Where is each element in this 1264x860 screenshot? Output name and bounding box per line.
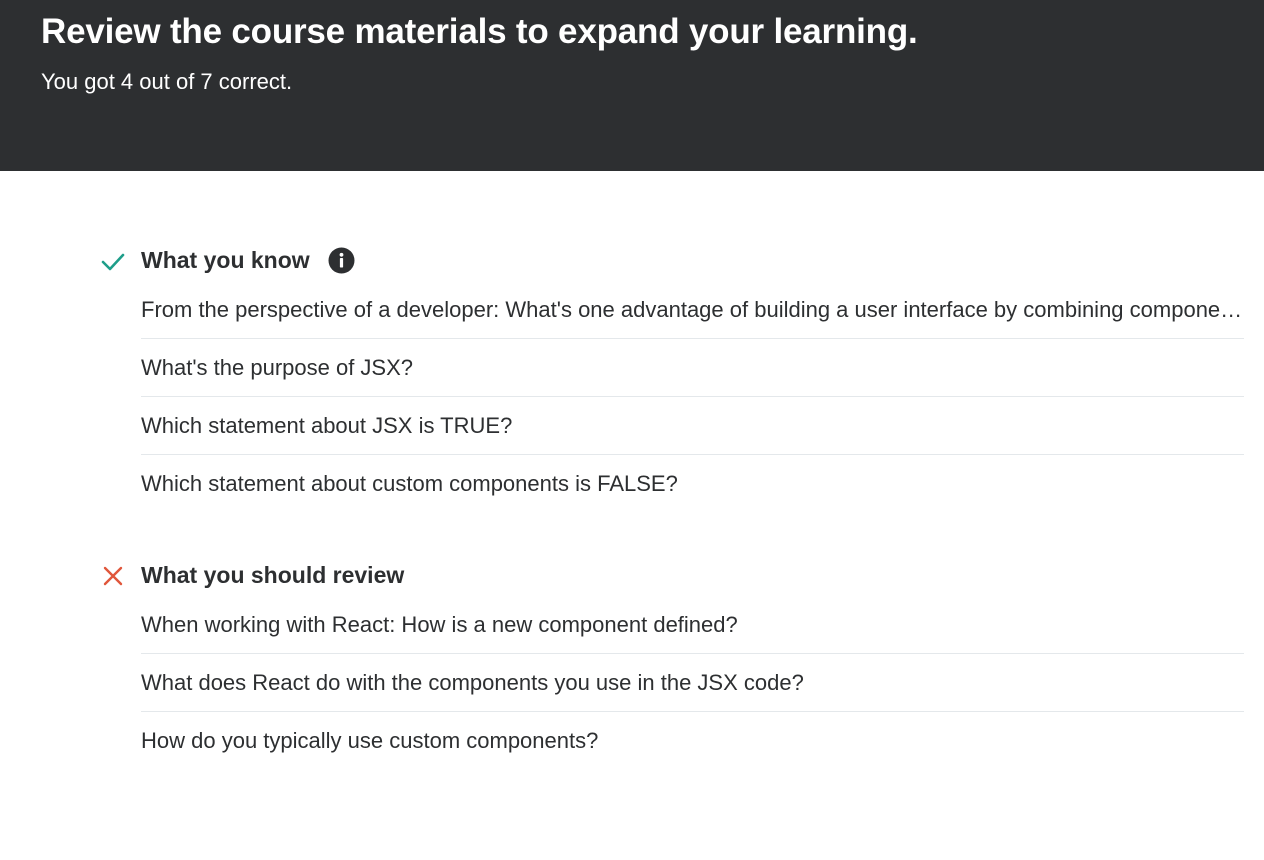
- question-text: When working with React: How is a new co…: [141, 612, 738, 637]
- list-item[interactable]: How do you typically use custom componen…: [141, 712, 1244, 770]
- info-icon[interactable]: [328, 247, 355, 274]
- list-item[interactable]: What's the purpose of JSX?: [141, 339, 1244, 397]
- question-text: How do you typically use custom componen…: [141, 728, 599, 753]
- question-text: From the perspective of a developer: Wha…: [141, 297, 1244, 322]
- what-you-should-review-section: What you should review When working with…: [0, 555, 1264, 795]
- section-title: What you know: [141, 247, 310, 273]
- check-icon: [101, 253, 125, 271]
- list-item[interactable]: Which statement about custom components …: [141, 455, 1244, 513]
- section-header: What you know: [0, 240, 600, 280]
- list-item[interactable]: Which statement about JSX is TRUE?: [141, 397, 1244, 455]
- what-you-know-section: What you know From the perspective of a …: [0, 240, 1264, 520]
- results-banner: Review the course materials to expand yo…: [0, 0, 1264, 171]
- question-text: What's the purpose of JSX?: [141, 355, 414, 380]
- list-item[interactable]: What does React do with the components y…: [141, 654, 1244, 712]
- score-summary: You got 4 out of 7 correct.: [41, 69, 293, 94]
- known-questions-list: From the perspective of a developer: Wha…: [141, 281, 1244, 513]
- section-title: What you should review: [141, 562, 405, 588]
- question-text: Which statement about custom components …: [141, 471, 678, 496]
- review-questions-list: When working with React: How is a new co…: [141, 596, 1244, 770]
- list-item[interactable]: From the perspective of a developer: Wha…: [141, 281, 1244, 339]
- section-header: What you should review: [0, 555, 600, 595]
- list-item[interactable]: When working with React: How is a new co…: [141, 596, 1244, 654]
- question-text: Which statement about JSX is TRUE?: [141, 413, 513, 438]
- page-title: Review the course materials to expand yo…: [41, 12, 918, 51]
- question-text: What does React do with the components y…: [141, 670, 804, 695]
- close-icon: [103, 566, 123, 586]
